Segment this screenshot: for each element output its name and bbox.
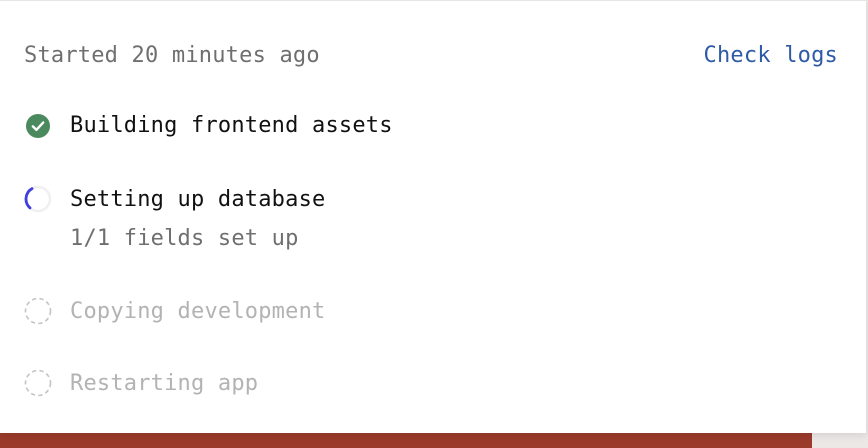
background-window-strip xyxy=(0,432,812,448)
step-label: Restarting app xyxy=(70,370,259,396)
step-building-frontend: Building frontend assets xyxy=(24,113,393,138)
loading-spinner-icon xyxy=(24,185,52,213)
check-logs-link[interactable]: Check logs xyxy=(704,43,838,68)
check-circle-icon xyxy=(26,113,50,138)
step-restarting-app: Restarting app xyxy=(24,369,258,397)
step-label: Copying development xyxy=(70,298,326,324)
popover-header: Started 20 minutes ago Check logs xyxy=(24,39,838,71)
step-copying-development: Copying development xyxy=(24,297,325,325)
step-progress-detail: 1/1 fields set up xyxy=(70,226,299,251)
started-timestamp: Started 20 minutes ago xyxy=(24,42,320,68)
pending-circle-icon xyxy=(24,297,52,325)
step-setting-up-database: Setting up database xyxy=(24,185,325,213)
pending-circle-icon xyxy=(24,369,52,397)
step-label: Setting up database xyxy=(70,186,326,212)
step-label: Building frontend assets xyxy=(70,113,393,138)
deploy-status-popover: Started 20 minutes ago Check logs Buildi… xyxy=(0,0,867,433)
